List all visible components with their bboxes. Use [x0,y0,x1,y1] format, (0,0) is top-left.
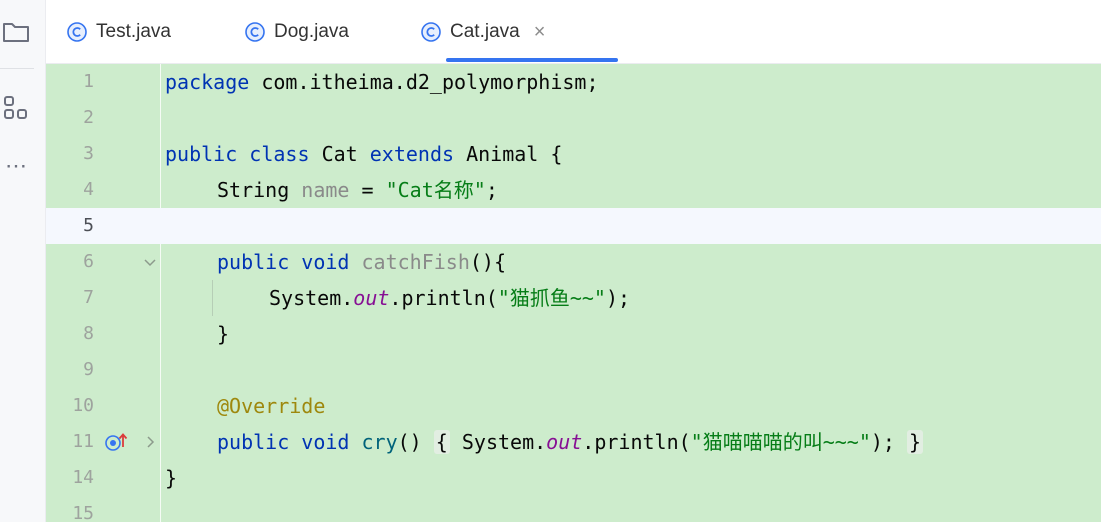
code-line: 6 public void catchFish(){ [46,244,1101,280]
line-number: 6 [83,251,94,272]
code-line: 7 System.out.println("猫抓鱼~~"); [46,280,1101,316]
line-number: 3 [83,143,94,164]
tab-dog-java[interactable]: Dog.java [244,0,349,64]
code-text: } [165,466,178,490]
line-number: 10 [72,395,94,416]
active-tab-indicator [446,58,618,62]
code-line: 3 public class Cat extends Animal { [46,136,1101,172]
java-class-icon [245,22,265,42]
line-number: 15 [72,503,94,522]
folded-region[interactable]: { [433,430,450,454]
tab-cat-java[interactable]: Cat.java × [420,0,545,64]
structure-icon[interactable] [0,92,32,124]
code-text: @Override [217,394,326,418]
code-line: 15 [46,496,1101,522]
code-text: System.out.println("猫抓鱼~~"); [269,286,631,310]
tool-window-stripe: ⋯ [0,0,46,522]
code-line: 10 @Override [46,388,1101,424]
line-number: 1 [83,71,94,92]
code-line: 1 package com.itheima.d2_polymorphism; [46,64,1101,100]
line-number: 9 [83,359,94,380]
code-text: public void cry() { System.out.println("… [217,430,924,454]
tab-test-java[interactable]: Test.java [66,0,171,64]
code-line: 9 [46,352,1101,388]
project-folder-icon[interactable] [0,16,32,48]
code-line: 2 [46,100,1101,136]
code-text: package com.itheima.d2_polymorphism; [165,70,599,94]
stripe-separator [0,68,34,69]
line-number: 14 [72,467,94,488]
overrides-method-icon[interactable] [104,431,130,453]
code-editor[interactable]: 1 package com.itheima.d2_polymorphism; 2… [46,64,1101,522]
current-code-line: 5 [46,208,1101,244]
code-text: public class Cat extends Animal { [165,142,563,166]
code-line: 8 } [46,316,1101,352]
editor-tab-bar: Test.java Dog.java Cat.java × [46,0,1101,64]
code-text: String name = "Cat名称"; [217,178,498,202]
line-number: 5 [83,215,94,236]
tab-label: Test.java [96,21,171,42]
folded-region[interactable]: } [907,430,924,454]
line-number: 8 [83,323,94,344]
line-number: 11 [72,431,94,452]
code-text: public void catchFish(){ [217,250,507,274]
code-line: 4 String name = "Cat名称"; [46,172,1101,208]
indent-guide [212,280,213,316]
code-text: } [217,322,230,346]
more-tools-icon[interactable]: ⋯ [0,150,32,182]
close-icon[interactable]: × [534,22,546,42]
line-number: 4 [83,179,94,200]
java-class-icon [67,22,87,42]
tab-label: Cat.java [450,21,520,42]
line-number: 2 [83,107,94,128]
fold-chevron-down-icon[interactable] [142,254,158,270]
fold-chevron-right-icon[interactable] [142,434,158,450]
line-number: 7 [83,287,94,308]
java-class-icon [421,22,441,42]
code-line: 11 public void cry() { System.out.printl… [46,424,1101,460]
code-line: 14 } [46,460,1101,496]
tab-label: Dog.java [274,21,349,42]
